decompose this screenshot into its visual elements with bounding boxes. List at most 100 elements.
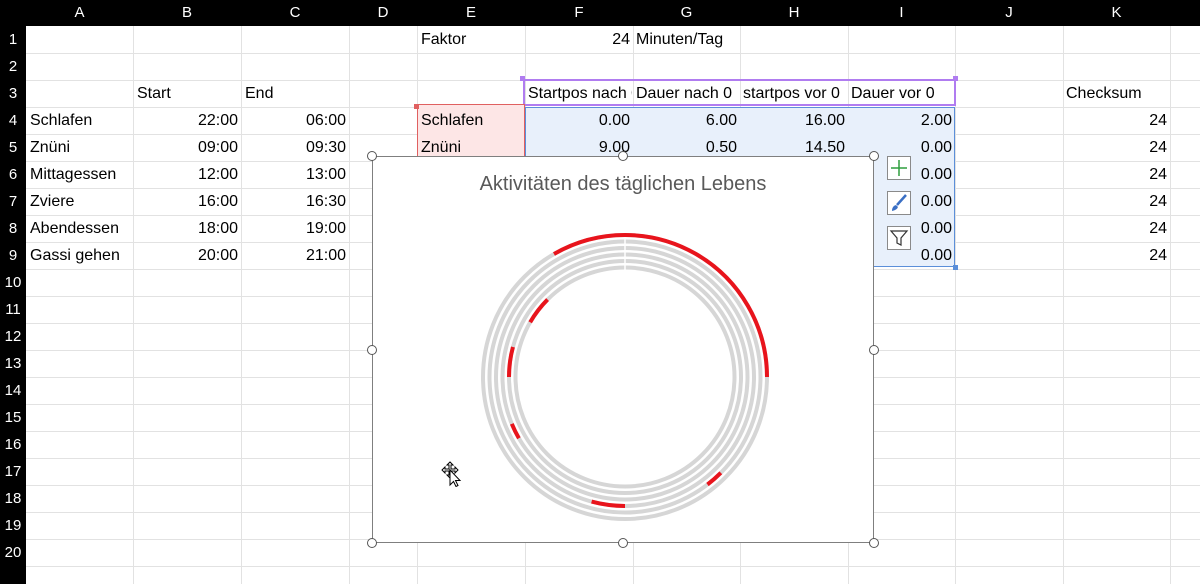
arc-gassi-gehen[interactable]	[528, 298, 550, 324]
cell-a7[interactable]: Zviere	[30, 189, 132, 215]
cell-c7[interactable]: 16:30	[241, 189, 346, 215]
select-all-corner[interactable]	[0, 0, 26, 26]
cell-a5[interactable]: Znüni	[30, 135, 132, 161]
column-header-i[interactable]: I	[848, 0, 955, 26]
row-header-4[interactable]: 4	[0, 107, 26, 134]
cell-c3[interactable]: End	[245, 81, 345, 107]
cell-i8[interactable]: 0.00	[874, 216, 952, 242]
cell-b8[interactable]: 18:00	[133, 216, 238, 242]
cell-b5[interactable]: 09:00	[133, 135, 238, 161]
ring-znüni[interactable]	[487, 239, 763, 515]
cell-b7[interactable]: 16:00	[133, 189, 238, 215]
cell-i3[interactable]: Dauer vor 0	[851, 81, 954, 107]
row-header-13[interactable]: 13	[0, 350, 26, 377]
cell-g3[interactable]: Dauer nach 0	[636, 81, 739, 107]
column-header-b[interactable]: B	[133, 0, 241, 26]
row-header-20[interactable]: 20	[0, 539, 26, 566]
arc-mittagessen[interactable]	[591, 499, 626, 508]
row-header-10[interactable]: 10	[0, 269, 26, 296]
column-header-a[interactable]: A	[26, 0, 133, 26]
resize-handle-top-right[interactable]	[869, 151, 879, 161]
cell-i7[interactable]: 0.00	[874, 189, 952, 215]
arc-abendessen[interactable]	[507, 346, 515, 378]
range-corner-handle[interactable]	[520, 76, 525, 81]
range-corner-handle[interactable]	[953, 265, 958, 270]
cell-f3[interactable]: Startpos nach 0	[528, 81, 632, 107]
resize-handle-bottom-left[interactable]	[367, 538, 377, 548]
cell-c6[interactable]: 13:00	[241, 162, 346, 188]
row-header-14[interactable]: 14	[0, 377, 26, 404]
row-header-11[interactable]: 11	[0, 296, 26, 323]
cell-c4[interactable]: 06:00	[241, 108, 346, 134]
cell-b9[interactable]: 20:00	[133, 243, 238, 269]
cell-b6[interactable]: 12:00	[133, 162, 238, 188]
cell-a4[interactable]: Schlafen	[30, 108, 132, 134]
cell-h5[interactable]: 14.50	[740, 135, 845, 156]
row-header-6[interactable]: 6	[0, 161, 26, 188]
column-header-f[interactable]: F	[525, 0, 633, 26]
cell-g4[interactable]: 6.00	[633, 108, 737, 134]
row-header-3[interactable]: 3	[0, 80, 26, 107]
cell-e4[interactable]: Schlafen	[421, 108, 523, 134]
row-header-15[interactable]: 15	[0, 404, 26, 431]
cell-f1[interactable]: 24	[525, 27, 630, 53]
ring-abendessen[interactable]	[507, 259, 743, 495]
row-header-7[interactable]: 7	[0, 188, 26, 215]
cell-c5[interactable]: 09:30	[241, 135, 346, 161]
column-header-k[interactable]: K	[1063, 0, 1170, 26]
spreadsheet[interactable]: A B C D E F G H I J K 1 2 3 4 5 6 7 8 9 …	[0, 0, 1200, 584]
range-corner-handle[interactable]	[414, 104, 419, 109]
column-header-h[interactable]: H	[740, 0, 848, 26]
chart-filters-button[interactable]	[887, 226, 911, 250]
column-header-g[interactable]: G	[633, 0, 740, 26]
cell-k6[interactable]: 24	[1063, 162, 1167, 188]
resize-handle-top-left[interactable]	[367, 151, 377, 161]
cell-f5[interactable]: 9.00	[525, 135, 630, 156]
cell-e5[interactable]: Znüni	[421, 135, 523, 156]
cell-g5[interactable]: 0.50	[633, 135, 737, 156]
cell-a8[interactable]: Abendessen	[30, 216, 132, 242]
chart-styles-button[interactable]	[887, 191, 911, 215]
resize-handle-right[interactable]	[869, 345, 879, 355]
row-header-5[interactable]: 5	[0, 134, 26, 161]
cell-c9[interactable]: 21:00	[241, 243, 346, 269]
cell-i9[interactable]: 0.00	[874, 243, 952, 269]
ring-mittagessen[interactable]	[494, 246, 756, 508]
cell-i6[interactable]: 0.00	[874, 162, 952, 188]
row-header-1[interactable]: 1	[0, 26, 26, 53]
cell-a6[interactable]: Mittagessen	[30, 162, 132, 188]
column-header-e[interactable]: E	[417, 0, 525, 26]
cell-k3[interactable]: Checksum	[1066, 81, 1169, 107]
cell-g1[interactable]: Minuten/Tag	[636, 27, 836, 53]
row-header-18[interactable]: 18	[0, 485, 26, 512]
cell-a9[interactable]: Gassi gehen	[30, 243, 132, 269]
ring-zviere[interactable]	[500, 252, 750, 502]
cell-k8[interactable]: 24	[1063, 216, 1167, 242]
cell-k5[interactable]: 24	[1063, 135, 1167, 161]
cell-b4[interactable]: 22:00	[133, 108, 238, 134]
row-header-17[interactable]: 17	[0, 458, 26, 485]
cell-i4[interactable]: 2.00	[848, 108, 952, 134]
cell-b3[interactable]: Start	[137, 81, 237, 107]
resize-handle-top[interactable]	[618, 151, 628, 161]
row-header-8[interactable]: 8	[0, 215, 26, 242]
cell-k4[interactable]: 24	[1063, 108, 1167, 134]
resize-handle-bottom-right[interactable]	[869, 538, 879, 548]
row-header-19[interactable]: 19	[0, 512, 26, 539]
cell-e1[interactable]: Faktor	[421, 27, 521, 53]
cell-c8[interactable]: 19:00	[241, 216, 346, 242]
column-header-c[interactable]: C	[241, 0, 349, 26]
column-header-d[interactable]: D	[349, 0, 417, 26]
row-header-16[interactable]: 16	[0, 431, 26, 458]
cell-k9[interactable]: 24	[1063, 243, 1167, 269]
row-header-12[interactable]: 12	[0, 323, 26, 350]
cell-f4[interactable]: 0.00	[525, 108, 630, 134]
row-header-2[interactable]: 2	[0, 53, 26, 80]
column-header-j[interactable]: J	[955, 0, 1063, 26]
resize-handle-bottom[interactable]	[618, 538, 628, 548]
cell-h4[interactable]: 16.00	[740, 108, 845, 134]
row-header-9[interactable]: 9	[0, 242, 26, 269]
resize-handle-left[interactable]	[367, 345, 377, 355]
cell-h3[interactable]: startpos vor 0	[743, 81, 847, 107]
cell-k7[interactable]: 24	[1063, 189, 1167, 215]
